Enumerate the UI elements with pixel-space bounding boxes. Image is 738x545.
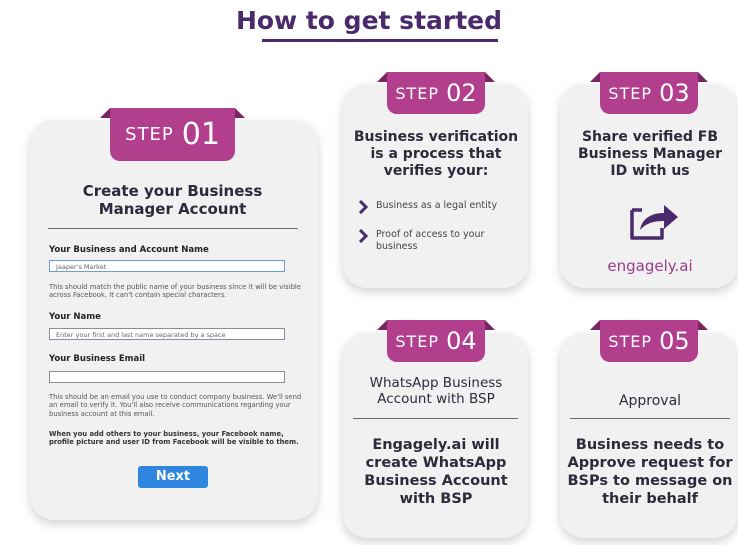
next-button[interactable]: Next xyxy=(138,466,208,488)
step-04-heading: WhatsApp Business Account with BSP xyxy=(369,375,503,408)
step-01-heading: Create your Business Manager Account xyxy=(82,182,263,219)
step-02-bullet-2: Proof of access to your business xyxy=(358,229,518,253)
step-number: 05 xyxy=(659,327,690,355)
chevron-right-icon xyxy=(358,200,368,214)
step-04-divider xyxy=(353,418,518,419)
step-03-heading: Share verified FB Business Manager ID wi… xyxy=(578,129,722,180)
step-04-body: Engagely.ai will create WhatsApp Busines… xyxy=(364,437,508,508)
bullet-text: Proof of access to your business xyxy=(376,229,485,252)
step-number: 01 xyxy=(181,117,220,152)
step-03-tab: STEP 03 xyxy=(590,72,708,114)
your-name-input[interactable]: Enter your first and last name separated… xyxy=(49,328,285,340)
business-name-label: Your Business and Account Name xyxy=(49,245,209,255)
step-number: 04 xyxy=(446,327,477,355)
step-05-heading: Approval xyxy=(618,393,682,409)
step-word: STEP xyxy=(395,83,440,103)
step-number: 03 xyxy=(659,79,690,107)
step-05-divider xyxy=(570,418,730,419)
step-01-divider xyxy=(48,228,298,229)
business-email-help: This should be an email you use to condu… xyxy=(49,393,302,418)
step-02-heading: Business verification is a process that … xyxy=(353,129,519,180)
business-email-label: Your Business Email xyxy=(49,354,146,364)
business-name-input[interactable]: Jaaper's Market xyxy=(49,260,285,272)
your-name-label: Your Name xyxy=(49,312,101,322)
visibility-help: When you add others to your business, yo… xyxy=(49,430,299,447)
step-01-tab: STEP 01 xyxy=(100,108,245,161)
page-title: How to get started xyxy=(235,6,503,35)
step-05-tab: STEP 05 xyxy=(590,320,708,362)
step-word: STEP xyxy=(608,331,653,351)
bullet-text: Business as a legal entity xyxy=(376,200,498,211)
title-underline xyxy=(262,39,498,42)
step-02-card xyxy=(343,84,528,288)
step-number: 02 xyxy=(446,79,477,107)
step-02-bullet-1: Business as a legal entity xyxy=(358,200,518,214)
share-icon xyxy=(630,205,678,240)
step-05-body: Business needs to Approve request for BS… xyxy=(567,437,733,508)
step-word: STEP xyxy=(395,331,440,351)
step-02-tab: STEP 02 xyxy=(377,72,495,114)
step-word: STEP xyxy=(608,83,653,103)
business-email-input[interactable] xyxy=(49,371,285,383)
business-name-help: This should match the public name of you… xyxy=(49,283,301,300)
chevron-right-icon xyxy=(358,229,368,243)
engagely-logo: engagely.ai xyxy=(607,257,693,275)
step-word: STEP xyxy=(125,124,174,145)
step-04-tab: STEP 04 xyxy=(377,320,495,362)
